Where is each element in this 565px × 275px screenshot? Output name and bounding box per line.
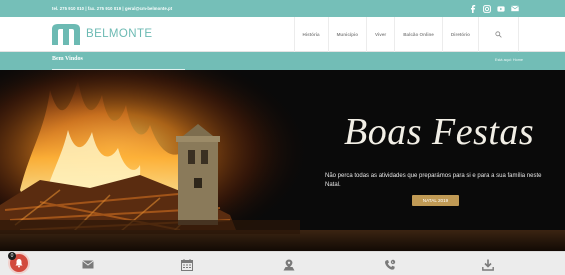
top-contact-bar: tel. 275 910 010 | fax. 275 910 019 | ge… [0, 0, 565, 17]
page-title-bar: Bem Vindos Está aqui: Home [0, 52, 565, 71]
breadcrumb[interactable]: Está aqui: Home [495, 58, 523, 62]
instagram-icon[interactable] [483, 4, 491, 13]
bonfire-image [0, 70, 565, 251]
bell-icon [15, 259, 23, 268]
nav-item-historia[interactable]: História [293, 17, 328, 52]
download-icon[interactable] [481, 258, 495, 271]
phone-icon[interactable] [383, 258, 397, 271]
hero-text: Não perca todas as atividades que prepar… [325, 173, 542, 188]
hero-slider[interactable]: Boas Festas Não perca todas as atividade… [0, 70, 565, 251]
belmonte-logo-icon [52, 24, 80, 45]
site-logo[interactable]: BELMONTE [50, 22, 152, 46]
map-pin-icon[interactable] [282, 258, 296, 271]
search-icon [495, 31, 502, 38]
mail-icon[interactable] [511, 5, 519, 13]
natal-2019-button[interactable]: NATAL 2019 [412, 195, 459, 206]
main-nav: História Município Viver Balcão Online D… [293, 17, 519, 52]
page-title: Bem Vindos [52, 56, 83, 62]
quick-links-bar [0, 251, 565, 275]
hero-title: Boas Festas [344, 111, 535, 153]
search-button[interactable] [478, 17, 519, 52]
nav-item-diretorio[interactable]: Diretório [441, 17, 478, 52]
nav-item-viver[interactable]: Viver [366, 17, 394, 52]
site-header: BELMONTE História Município Viver Balcão… [0, 17, 565, 52]
calendar-icon[interactable] [180, 258, 194, 271]
youtube-icon[interactable] [497, 5, 505, 13]
envelope-icon[interactable] [81, 258, 95, 271]
social-links [469, 4, 519, 13]
facebook-icon[interactable] [469, 4, 477, 13]
nav-item-balcao-online[interactable]: Balcão Online [394, 17, 442, 52]
logo-text: BELMONTE [86, 28, 153, 40]
notification-count-badge: 0 [8, 252, 16, 260]
contact-info: tel. 275 910 010 | fax. 275 910 019 | ge… [52, 6, 173, 11]
nav-item-municipio[interactable]: Município [327, 17, 366, 52]
notification-bell-button[interactable]: 0 [8, 252, 30, 274]
